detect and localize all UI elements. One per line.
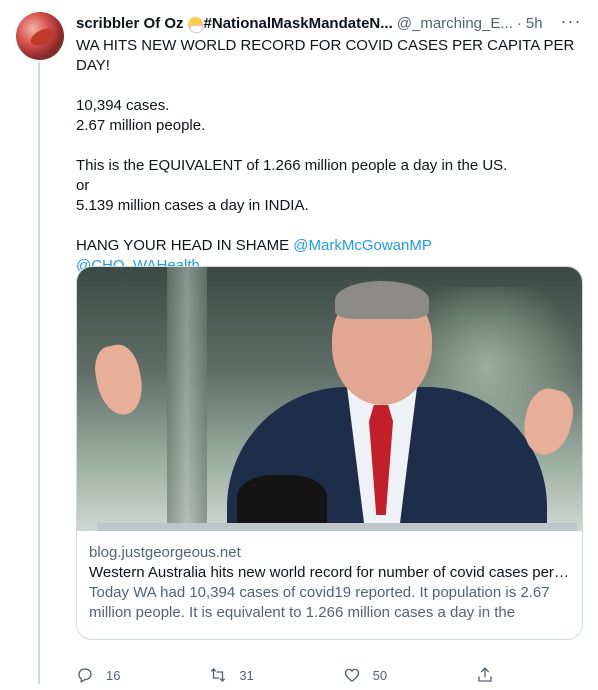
card-title: Western Australia hits new world record … xyxy=(89,564,570,581)
tweet-line-india-equivalent: 5.139 million cases a day in INDIA. xyxy=(76,197,309,214)
more-icon[interactable]: ··· xyxy=(556,12,586,36)
tweet-line-or: or xyxy=(76,177,90,194)
retweet-icon xyxy=(211,668,226,682)
tweet-line-headline: WA HITS NEW WORLD RECORD FOR COVID CASES… xyxy=(76,37,575,74)
tweet-line-population: 2.67 million people. xyxy=(76,117,206,134)
avatar-leaf xyxy=(28,25,58,49)
thread-line xyxy=(38,62,40,684)
card-description: Today WA had 10,394 cases of covid19 rep… xyxy=(89,584,550,621)
like-count: 50 xyxy=(372,667,388,683)
tweet[interactable]: scribbler Of Oz #NationalMaskMandateN...… xyxy=(76,12,586,683)
avatar[interactable] xyxy=(16,12,64,60)
retweet-button[interactable]: 31 xyxy=(209,666,254,684)
card-domain: blog.justgeorgeous.net xyxy=(89,544,241,561)
display-name[interactable]: scribbler Of Oz xyxy=(76,15,184,32)
share-button[interactable] xyxy=(476,666,516,684)
reply-icon xyxy=(78,668,92,683)
tweet-line-us-equivalent: This is the EQUIVALENT of 1.266 million … xyxy=(76,157,508,174)
link-card[interactable]: blog.justgeorgeous.net Western Australia… xyxy=(76,266,583,640)
like-button[interactable]: 50 xyxy=(343,666,387,684)
card-body: blog.justgeorgeous.net Western Australia… xyxy=(77,531,582,623)
tweet-line-cases: 10,394 cases. xyxy=(76,97,170,114)
tweet-text: WA HITS NEW WORLD RECORD FOR COVID CASES… xyxy=(76,36,576,276)
face-with-mask-emoji-icon xyxy=(187,16,203,33)
separator-dot: · xyxy=(516,14,522,32)
display-name-hashtag[interactable]: #NationalMaskMandateN... xyxy=(204,15,393,32)
retweet-count: 31 xyxy=(239,667,254,683)
share-icon xyxy=(478,667,492,682)
reply-count: 16 xyxy=(106,667,121,683)
timestamp[interactable]: 5h xyxy=(526,15,543,32)
mention-link[interactable]: @MarkMcGowanMP xyxy=(293,237,432,254)
reply-button[interactable]: 16 xyxy=(76,666,120,684)
tweet-line-shame: HANG YOUR HEAD IN SHAME @MarkMcGowanMP xyxy=(76,236,576,256)
user-handle[interactable]: @_marching_E... xyxy=(397,15,513,32)
heart-icon xyxy=(344,668,359,682)
tweet-header: scribbler Of Oz #NationalMaskMandateN...… xyxy=(76,12,586,34)
card-image xyxy=(77,267,582,531)
tweet-actions: 16 31 50 xyxy=(76,660,516,690)
tweet-line-shame-text: HANG YOUR HEAD IN SHAME xyxy=(76,237,290,254)
